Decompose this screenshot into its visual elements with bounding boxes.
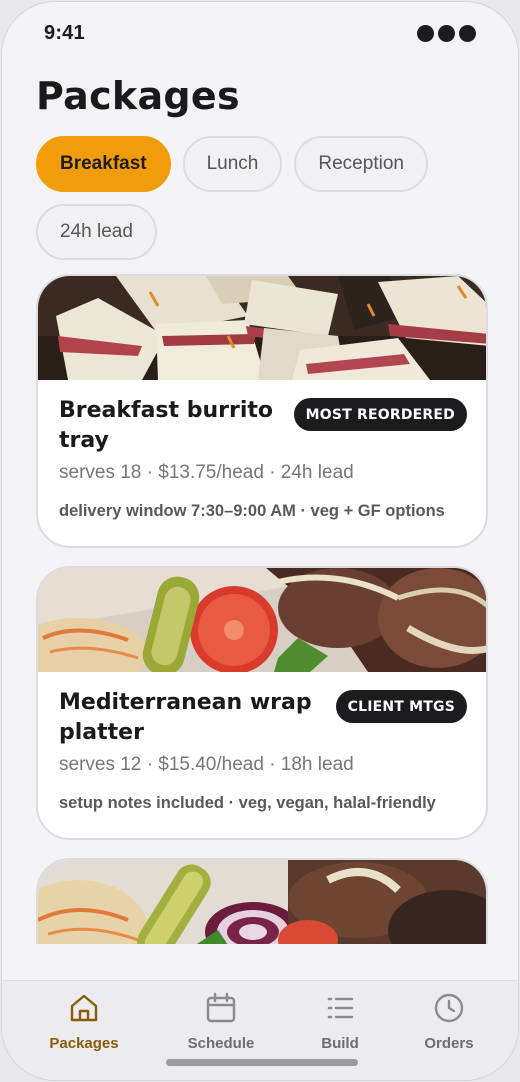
tab-label: Orders (424, 1035, 474, 1052)
package-card[interactable]: Breakfast burrito tray MOST REORDERED se… (36, 274, 488, 548)
home-indicator[interactable] (166, 1059, 358, 1066)
calendar-icon (206, 992, 236, 1023)
tab-build[interactable]: Build (285, 991, 395, 1052)
package-photo (38, 568, 486, 672)
list-icon (327, 997, 354, 1019)
package-notes: setup notes included · veg, vegan, halal… (59, 794, 436, 812)
status-bar: 9:41 (2, 2, 518, 62)
package-meta: serves 18 · $13.75/head · 24h lead (59, 462, 354, 483)
clock-icon (434, 993, 464, 1023)
page-title: Packages (36, 74, 240, 118)
filter-chip-24h-lead[interactable]: 24h lead (36, 204, 157, 260)
package-feed[interactable]: Breakfast burrito tray MOST REORDERED se… (36, 274, 488, 944)
package-notes: delivery window 7:30–9:00 AM · veg + GF … (59, 502, 445, 520)
tab-orders[interactable]: Orders (394, 991, 504, 1052)
tab-schedule[interactable]: Schedule (166, 991, 276, 1052)
package-title: Breakfast burrito tray (59, 398, 273, 453)
status-badge: MOST REORDERED (293, 398, 467, 431)
tab-label: Schedule (187, 1035, 255, 1052)
tab-label: Build (321, 1035, 359, 1052)
filter-chips: Breakfast Lunch Reception 24h lead (36, 136, 476, 260)
home-icon (70, 994, 98, 1022)
status-time: 9:41 (44, 22, 85, 44)
phone-frame: 9:41 Packages Breakfast Lunch Reception … (1, 1, 519, 1081)
package-meta: serves 12 · $15.40/head · 18h lead (59, 754, 354, 775)
filter-chip-breakfast[interactable]: Breakfast (36, 136, 171, 192)
more-dots-icon (417, 25, 476, 42)
tab-packages[interactable]: Packages (29, 991, 139, 1052)
filter-chip-lunch[interactable]: Lunch (182, 136, 283, 192)
package-photo (38, 860, 486, 944)
package-title: Mediterranean wrap platter (59, 690, 312, 745)
package-photo (38, 276, 486, 380)
package-card[interactable]: Mediterranean wrap platter CLIENT MTGS s… (36, 566, 488, 840)
status-badge: CLIENT MTGS (335, 690, 467, 723)
package-card[interactable] (36, 858, 488, 944)
tab-label: Packages (49, 1035, 119, 1052)
filter-chip-reception[interactable]: Reception (294, 136, 428, 192)
